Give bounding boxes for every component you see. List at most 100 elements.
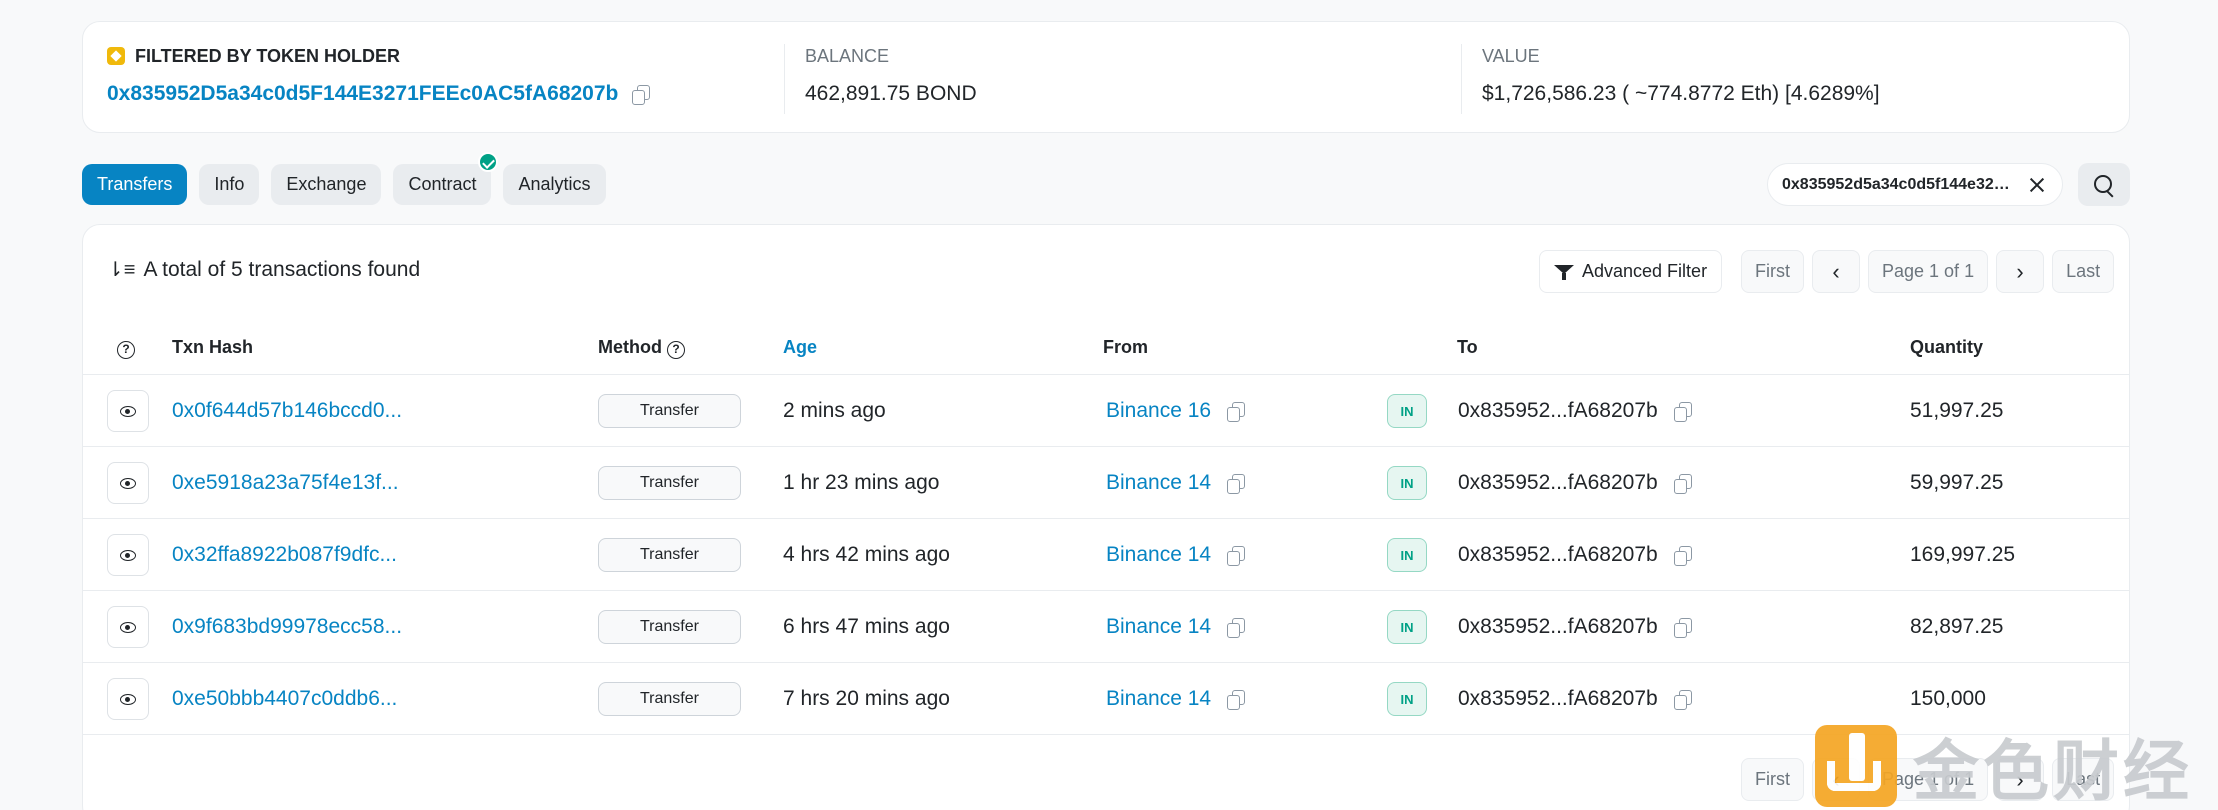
holder-address-row: 0x835952D5a34c0d5F144E3271FEEc0AC5fA6820… xyxy=(107,82,651,106)
copy-icon[interactable] xyxy=(1227,474,1246,494)
from-address-link[interactable]: Binance 14 xyxy=(1106,471,1211,495)
to-cell: 0x835952...fA68207b xyxy=(1458,663,1692,735)
holder-label-row: FILTERED BY TOKEN HOLDER xyxy=(107,44,648,68)
from-address-link[interactable]: Binance 14 xyxy=(1106,543,1211,567)
to-address: 0x835952...fA68207b xyxy=(1458,471,1658,494)
from-address-link[interactable]: Binance 14 xyxy=(1106,615,1211,639)
from-address-link[interactable]: Binance 16 xyxy=(1106,399,1211,423)
copy-icon[interactable] xyxy=(1227,546,1246,566)
method-cell: Transfer xyxy=(598,519,741,591)
preview-button[interactable] xyxy=(107,534,149,576)
age-cell: 6 hrs 47 mins ago xyxy=(783,615,950,638)
total-transactions: ⇂≡ A total of 5 transactions found xyxy=(107,257,420,282)
preview-button[interactable] xyxy=(107,390,149,432)
txn-hash-link[interactable]: 0x9f683bd99978ecc58... xyxy=(172,591,402,663)
copy-icon[interactable] xyxy=(1673,474,1692,494)
direction-cell: IN xyxy=(1387,519,1427,591)
method-badge: Transfer xyxy=(598,538,741,572)
tab-contract[interactable]: Contract xyxy=(393,152,499,205)
txn-hash-header: Txn Hash xyxy=(172,337,254,357)
method-help-icon[interactable]: ? xyxy=(667,341,685,359)
quantity-cell: 51,997.25 xyxy=(1910,399,2004,422)
copy-icon[interactable] xyxy=(1673,546,1692,566)
direction-cell: IN xyxy=(1387,663,1427,735)
method-badge: Transfer xyxy=(598,682,741,716)
search-button[interactable] xyxy=(2078,163,2130,206)
pager-first-button-bottom[interactable]: First xyxy=(1741,758,1804,801)
copy-icon[interactable] xyxy=(1673,402,1692,422)
from-cell: Binance 14 xyxy=(1106,519,1246,591)
preview-button[interactable] xyxy=(107,462,149,504)
method-header: Method ? xyxy=(598,337,685,359)
age-cell: 1 hr 23 mins ago xyxy=(783,471,940,494)
quantity-cell: 59,997.25 xyxy=(1910,471,2004,494)
preview-button[interactable] xyxy=(107,678,149,720)
watermark: 金色财经 xyxy=(1815,718,2193,810)
watermark-logo-icon xyxy=(1815,725,1897,807)
to-cell: 0x835952...fA68207b xyxy=(1458,447,1692,519)
method-badge: Transfer xyxy=(598,394,741,428)
pager-last-button[interactable]: Last xyxy=(2052,250,2115,293)
to-address: 0x835952...fA68207b xyxy=(1458,399,1658,422)
direction-badge: IN xyxy=(1387,610,1427,644)
address-filter-chip[interactable]: 0x835952d5a34c0d5f144e3271feec0ac5fa6820… xyxy=(1767,163,2063,206)
direction-cell: IN xyxy=(1387,591,1427,663)
preview-cell xyxy=(107,663,149,735)
table-row: 0x9f683bd99978ecc58... Transfer 6 hrs 47… xyxy=(83,591,2129,663)
pager-next-button[interactable]: › xyxy=(1996,250,2045,293)
pagination-top: First ‹ Page 1 of 1 › Last xyxy=(1741,250,2115,293)
value-section: VALUE $1,726,586.23 ( ~774.8772 Eth) [4.… xyxy=(1461,44,1880,114)
table-header: ? Txn Hash Method ? Age From To Quantity xyxy=(83,325,2129,375)
to-cell: 0x835952...fA68207b xyxy=(1458,591,1692,663)
table-row: 0x32ffa8922b087f9dfc... Transfer 4 hrs 4… xyxy=(83,519,2129,591)
copy-icon[interactable] xyxy=(1227,618,1246,638)
tab-info[interactable]: Info xyxy=(199,164,260,205)
direction-badge: IN xyxy=(1387,682,1427,716)
copy-icon[interactable] xyxy=(632,85,651,105)
token-logo-icon xyxy=(107,47,125,65)
preview-button[interactable] xyxy=(107,606,149,648)
txn-hash-link[interactable]: 0xe5918a23a75f4e13f... xyxy=(172,447,399,519)
txn-hash-link[interactable]: 0x0f644d57b146bccd0... xyxy=(172,375,402,447)
total-text: A total of 5 transactions found xyxy=(143,257,421,281)
txn-hash-link[interactable]: 0xe50bbb4407c0ddb6... xyxy=(172,663,397,735)
method-cell: Transfer xyxy=(598,663,741,735)
copy-icon[interactable] xyxy=(1673,690,1692,710)
copy-icon[interactable] xyxy=(1673,618,1692,638)
token-holder-summary: FILTERED BY TOKEN HOLDER 0x835952D5a34c0… xyxy=(82,21,2130,133)
from-address-link[interactable]: Binance 14 xyxy=(1106,687,1211,711)
holder-label: FILTERED BY TOKEN HOLDER xyxy=(135,45,401,66)
method-cell: Transfer xyxy=(598,447,741,519)
pager-first-button[interactable]: First xyxy=(1741,250,1804,293)
value-value: $1,726,586.23 ( ~774.8772 Eth) [4.6289%] xyxy=(1482,82,1880,105)
help-icon: ? xyxy=(117,341,135,359)
filter-icon xyxy=(1554,264,1574,280)
copy-icon[interactable] xyxy=(1227,690,1246,710)
tab-exchange[interactable]: Exchange xyxy=(271,164,382,205)
age-cell: 7 hrs 20 mins ago xyxy=(783,687,950,710)
age-header[interactable]: Age xyxy=(783,337,817,358)
tab-bar: Transfers Info Exchange Contract Analyti… xyxy=(82,152,606,205)
to-header: To xyxy=(1457,337,1478,357)
tab-contract-label: Contract xyxy=(408,174,477,194)
eye-icon xyxy=(120,549,136,561)
filter-chip-text: 0x835952d5a34c0d5f144e3271feec0ac5fa6820… xyxy=(1782,175,2012,193)
table-row: 0xe5918a23a75f4e13f... Transfer 1 hr 23 … xyxy=(83,447,2129,519)
pager-prev-button[interactable]: ‹ xyxy=(1812,250,1860,293)
from-cell: Binance 16 xyxy=(1106,375,1246,447)
quantity-header: Quantity xyxy=(1910,337,1984,357)
holder-address-link[interactable]: 0x835952D5a34c0d5F144E3271FEEc0AC5fA6820… xyxy=(107,82,618,106)
txn-hash-link[interactable]: 0x32ffa8922b087f9dfc... xyxy=(172,519,397,591)
help-column-header[interactable]: ? xyxy=(117,337,135,359)
advanced-filter-button[interactable]: Advanced Filter xyxy=(1539,250,1723,293)
tab-transfers[interactable]: Transfers xyxy=(82,164,188,205)
tab-analytics[interactable]: Analytics xyxy=(503,164,606,205)
copy-icon[interactable] xyxy=(1227,402,1246,422)
from-cell: Binance 14 xyxy=(1106,447,1246,519)
direction-cell: IN xyxy=(1387,375,1427,447)
eye-icon xyxy=(120,477,136,489)
from-header: From xyxy=(1103,337,1148,357)
close-icon[interactable] xyxy=(2026,174,2048,196)
method-badge: Transfer xyxy=(598,466,741,500)
watermark-text: 金色财经 xyxy=(1913,733,2193,810)
